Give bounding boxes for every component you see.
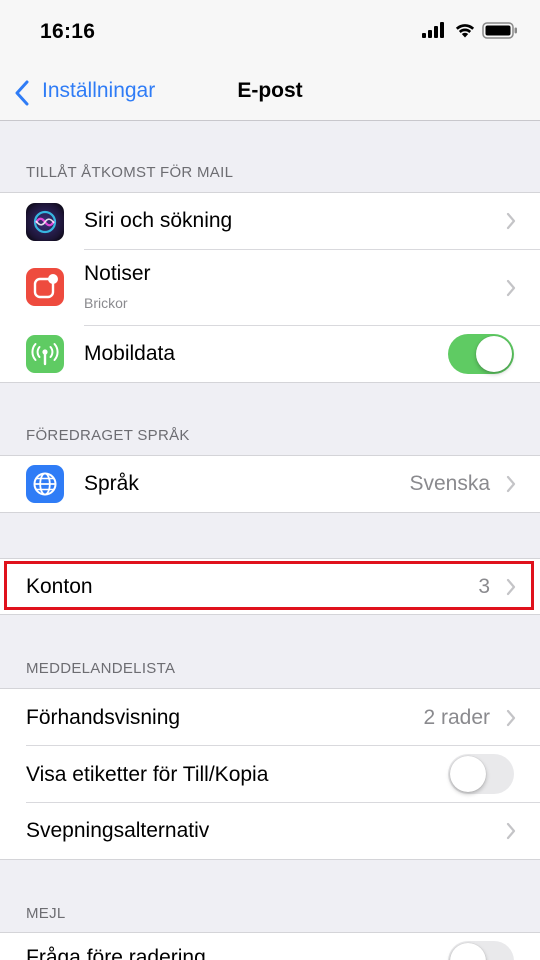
- status-bar: 16:16: [0, 0, 540, 64]
- show-labels-row: Visa etiketter för Till/Kopia: [0, 746, 540, 803]
- navigation-bar: Inställningar E-post: [0, 64, 540, 121]
- preview-value: 2 rader: [423, 706, 490, 729]
- siri-search-row[interactable]: Siri och sökning: [0, 193, 540, 250]
- preview-label: Förhandsvisning: [26, 706, 181, 729]
- status-time: 16:16: [40, 20, 96, 43]
- cellular-antenna-icon: [26, 335, 64, 373]
- mobildata-row: Mobildata: [0, 326, 540, 382]
- notiser-label: Notiser: [84, 262, 151, 285]
- language-group: Språk Svenska: [0, 455, 540, 513]
- notiser-subtitle: Brickor: [84, 295, 128, 311]
- sprak-value: Svenska: [409, 472, 490, 495]
- mobildata-toggle[interactable]: [448, 334, 514, 374]
- section-header-language: FÖREDRAGET SPRÅK: [26, 427, 190, 444]
- battery-icon: [482, 22, 517, 39]
- notiser-row[interactable]: Notiser Brickor: [0, 250, 540, 326]
- chevron-right-icon: [506, 709, 516, 727]
- mobildata-label: Mobildata: [84, 342, 176, 365]
- sprak-row[interactable]: Språk Svenska: [0, 456, 540, 512]
- swipe-options-row[interactable]: Svepningsalternativ: [0, 803, 540, 859]
- section-header-access: TILLÅT ÅTKOMST FÖR MAIL: [26, 164, 234, 181]
- section-header-message-list: MEDDELANDELISTA: [26, 660, 176, 677]
- toggle-knob: [476, 336, 512, 372]
- section-header-mail: MEJL: [26, 905, 66, 922]
- siri-icon: [26, 203, 64, 241]
- show-labels-toggle[interactable]: [448, 754, 514, 794]
- show-labels-label: Visa etiketter för Till/Kopia: [26, 763, 269, 786]
- message-list-group: Förhandsvisning 2 rader Visa etiketter f…: [0, 688, 540, 860]
- chevron-right-icon: [506, 279, 516, 297]
- sprak-label: Språk: [84, 472, 139, 495]
- ask-before-delete-toggle[interactable]: [448, 941, 514, 960]
- siri-search-label: Siri och sökning: [84, 209, 233, 232]
- mail-group: Fråga före radering: [0, 932, 540, 960]
- chevron-right-icon: [506, 212, 516, 230]
- chevron-right-icon: [506, 578, 516, 596]
- cellular-signal-icon: [422, 22, 444, 38]
- toggle-knob: [450, 943, 486, 960]
- konton-count: 3: [478, 575, 490, 598]
- notifications-icon: [26, 268, 64, 306]
- chevron-right-icon: [506, 822, 516, 840]
- wifi-icon: [455, 24, 475, 38]
- swipe-options-label: Svepningsalternativ: [26, 819, 210, 842]
- preview-row[interactable]: Förhandsvisning 2 rader: [0, 689, 540, 746]
- accounts-group: Konton 3: [0, 558, 540, 615]
- toggle-knob: [450, 756, 486, 792]
- page-title: E-post: [237, 79, 303, 102]
- chevron-right-icon: [506, 475, 516, 493]
- access-group: Siri och sökning Notiser Brickor Mobilda…: [0, 192, 540, 383]
- ask-before-delete-row: Fråga före radering: [0, 933, 540, 960]
- konton-label: Konton: [26, 575, 93, 598]
- ask-before-delete-label: Fråga före radering: [26, 946, 206, 960]
- konton-row[interactable]: Konton 3: [0, 559, 540, 614]
- globe-icon: [26, 465, 64, 503]
